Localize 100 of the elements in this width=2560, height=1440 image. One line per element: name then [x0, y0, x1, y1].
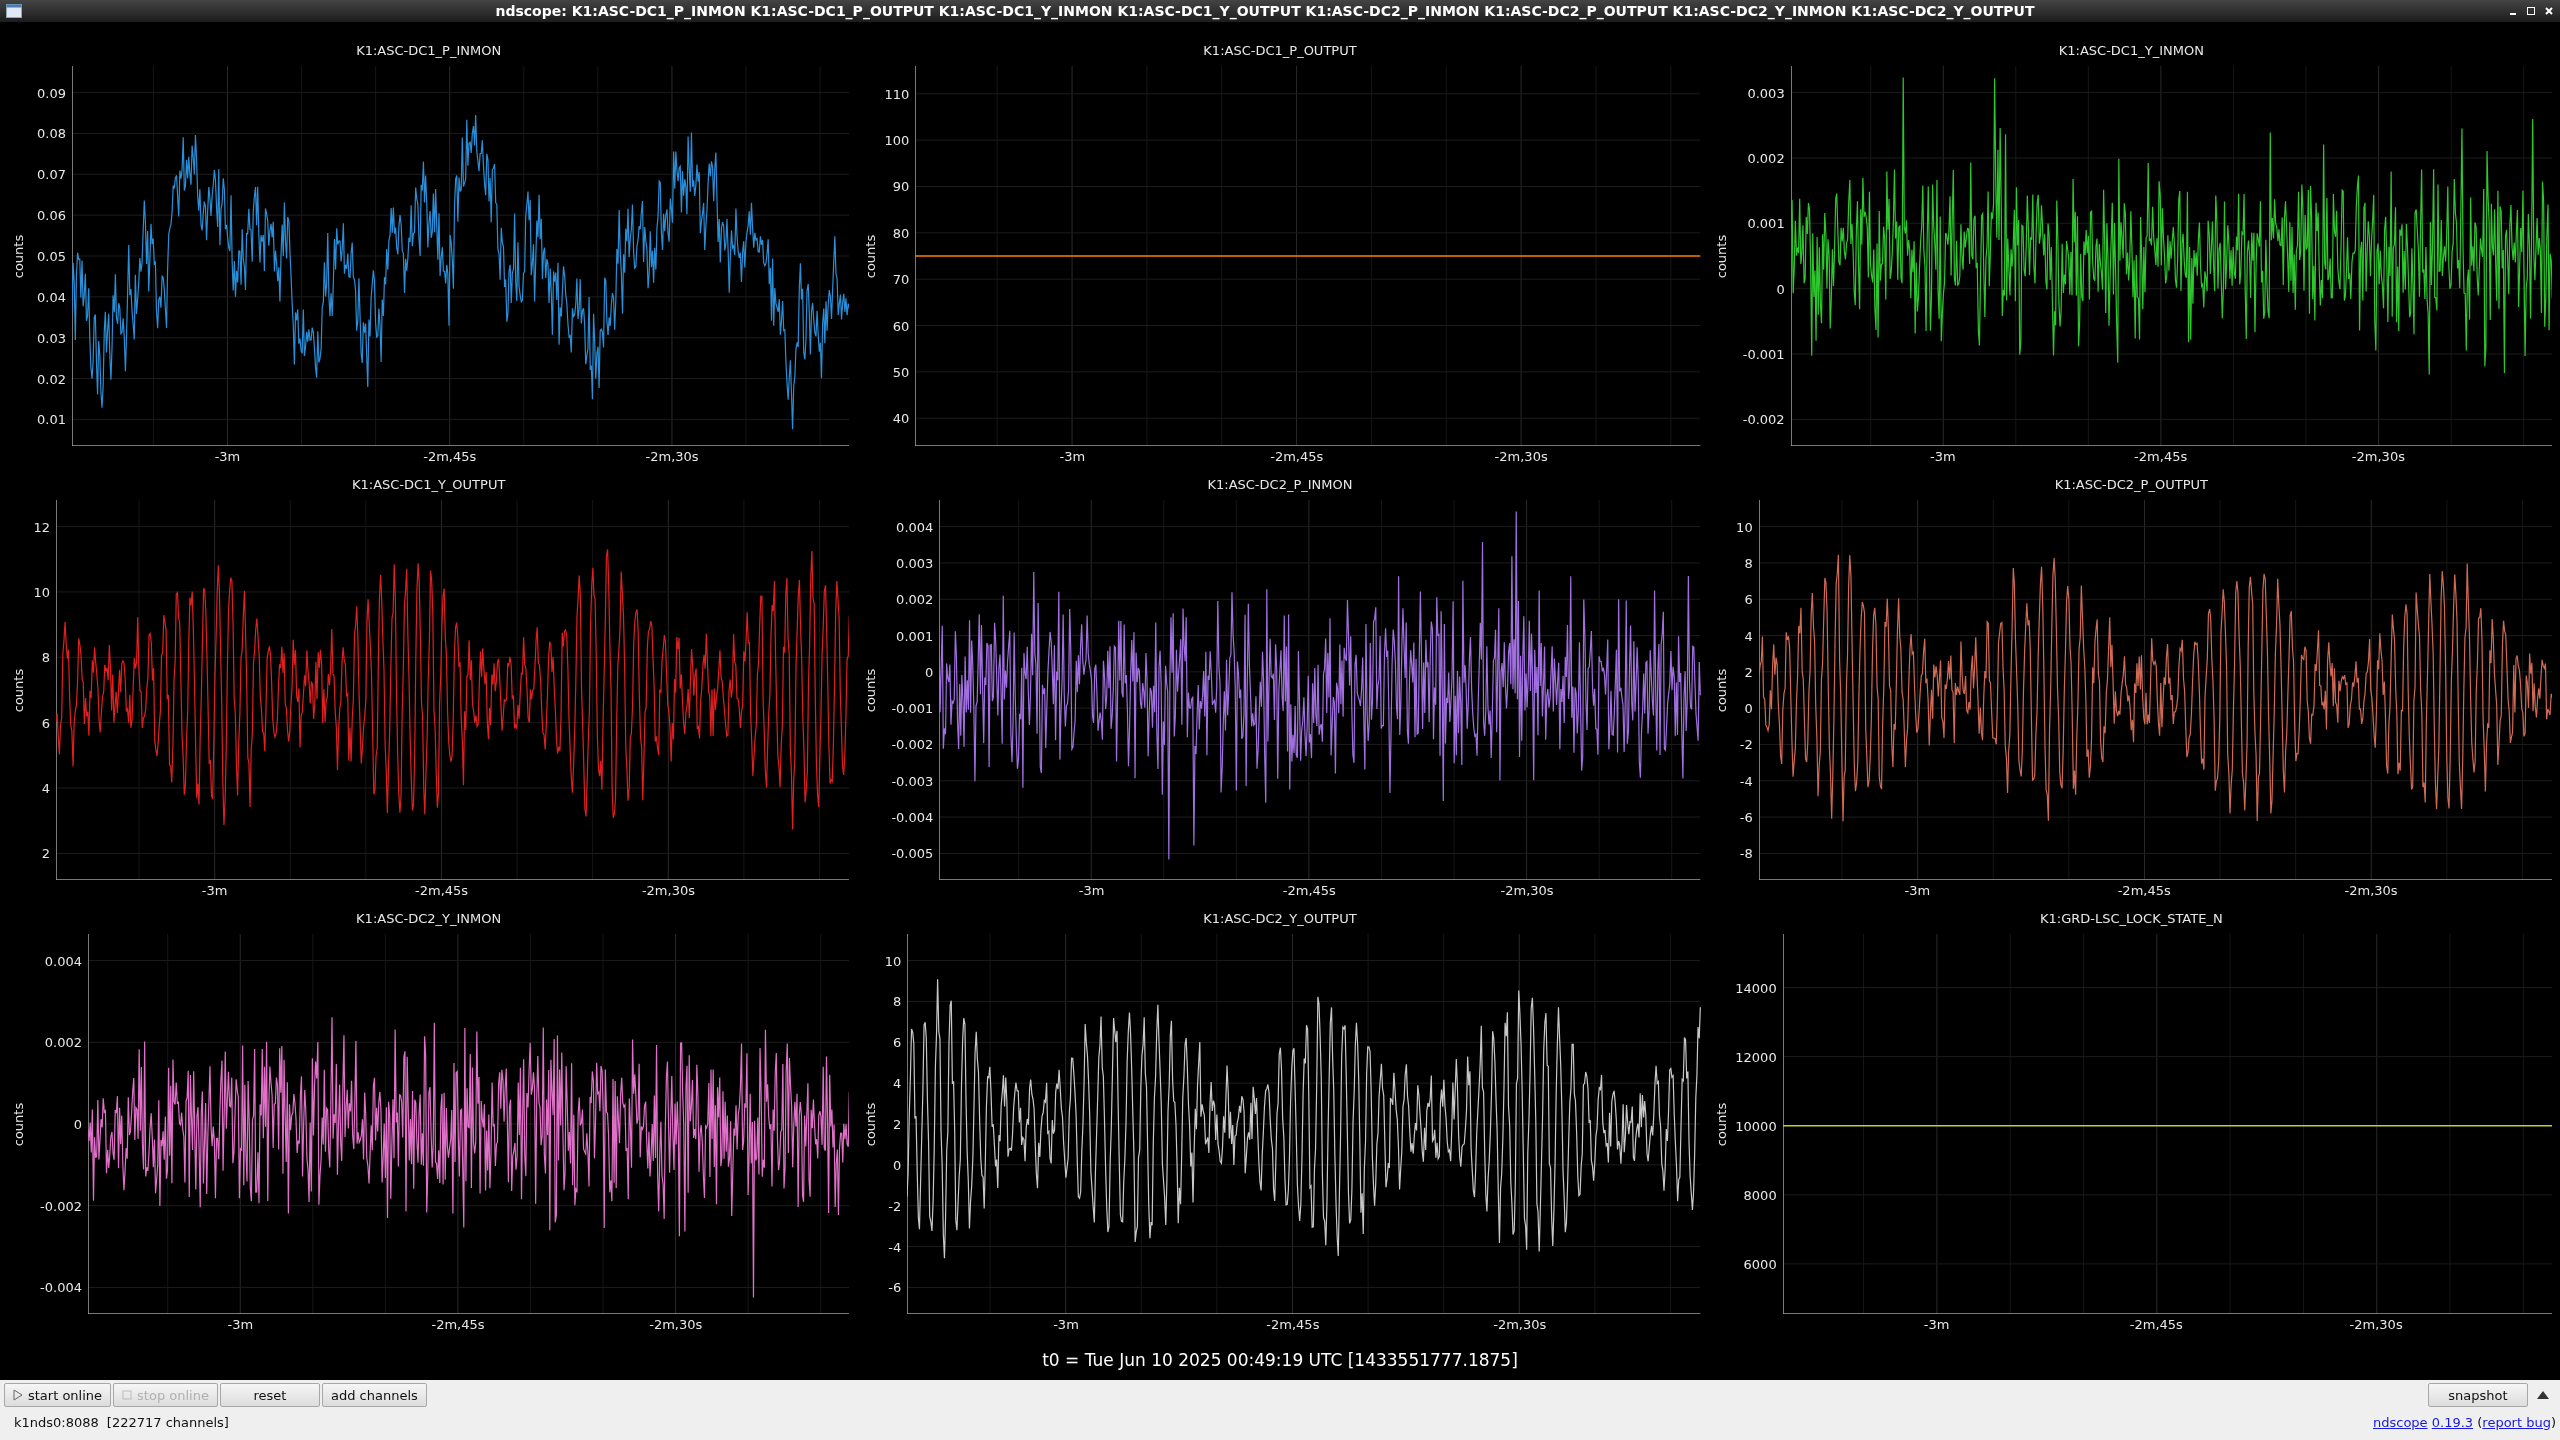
tick-label: -4	[888, 1239, 902, 1255]
tick-label: 0.003	[896, 555, 934, 571]
plot-title: K1:ASC-DC2_P_OUTPUT	[2053, 476, 2209, 494]
tick-label: 0	[893, 1157, 902, 1173]
stop-icon	[122, 1390, 133, 1400]
tick-label: -3m	[1904, 883, 1931, 898]
axis-label: counts	[1714, 668, 1730, 712]
plot-area[interactable]	[907, 934, 1701, 1314]
axis-label: counts	[11, 234, 27, 278]
tick-label: -2	[888, 1198, 902, 1214]
tick-label: -2m,45s	[2129, 1317, 2183, 1332]
tick-label: -0.004	[40, 1279, 82, 1295]
tick-label: -2m,30s	[1493, 1317, 1547, 1332]
tick-label: 12	[33, 519, 50, 535]
tick-label: -6	[1739, 809, 1753, 825]
plot-title: K1:ASC-DC2_Y_INMON	[355, 910, 503, 928]
tick-label: 10000	[1735, 1118, 1777, 1134]
maximize-icon[interactable]	[2526, 6, 2536, 16]
tick-label: 8	[1744, 555, 1753, 571]
tick-label: 2	[41, 845, 50, 861]
tick-label: 8000	[1743, 1187, 1777, 1203]
tick-label: 0.004	[896, 519, 934, 535]
tick-label: 8	[41, 649, 50, 665]
version-line: ndscope 0.19.3 (report bug)	[2373, 1414, 2556, 1430]
tick-label: -0.005	[891, 845, 934, 861]
server-address: k1nds0:8088	[14, 1414, 99, 1430]
channel-count: [222717 channels]	[106, 1414, 229, 1430]
tick-label: -2m,30s	[645, 449, 699, 464]
report-bug-link[interactable]: report bug	[2482, 1414, 2551, 1430]
tick-label: -2	[1739, 736, 1753, 752]
tick-label: -3m	[1053, 1317, 1079, 1332]
tick-label: 0.03	[37, 330, 66, 346]
tick-label: 6000	[1743, 1256, 1777, 1272]
tick-label: 4	[41, 780, 50, 796]
toolbar-button[interactable]: reset	[219, 1383, 320, 1407]
axis-label: counts	[11, 1102, 27, 1146]
tick-label: 100	[884, 132, 910, 148]
tick-label: -3m	[1078, 883, 1105, 898]
tick-label: 0.002	[896, 591, 934, 607]
plot-title: K1:ASC-DC1_P_INMON	[355, 42, 503, 60]
tick-label: -3m	[214, 449, 241, 464]
tick-label: -2m,45s	[1282, 883, 1336, 898]
plot-area[interactable]	[88, 934, 850, 1314]
tick-label: 0	[925, 664, 934, 680]
axis-label: counts	[1714, 234, 1730, 278]
tick-label: -2m,45s	[423, 449, 477, 464]
tick-label: 0.003	[1747, 85, 1785, 101]
toolbar-button[interactable]: add channels	[321, 1383, 427, 1407]
tick-label: 4	[893, 1075, 902, 1091]
toolbar-button[interactable]: start online	[4, 1383, 112, 1407]
snapshot-button[interactable]: snapshot	[2428, 1383, 2528, 1407]
tick-label: 4	[1744, 628, 1753, 644]
tick-label: -2m,45s	[431, 1317, 485, 1332]
axis-label: counts	[862, 1102, 878, 1146]
tick-label: -2m,30s	[1500, 883, 1554, 898]
tick-label: -0.002	[891, 736, 934, 752]
plot-title: K1:GRD-LSC_LOCK_STATE_N	[2039, 910, 2224, 928]
expand-icon[interactable]	[2536, 1389, 2550, 1401]
tick-label: 0.001	[896, 628, 934, 644]
tick-label: -0.001	[891, 700, 934, 716]
tick-label: -2m,30s	[2349, 1317, 2403, 1332]
window-title: ndscope: K1:ASC-DC1_P_INMON K1:ASC-DC1_P_OUTPUT K1:ASC-DC1_Y_INMON K1:ASC-DC1_Y_OUTPUT K1:ASC-DC2_P_INMON K1:ASC-DC2_P_OUTPUT K1:ASC-DC2_Y_INMON K1:ASC-DC2_Y_OUTPUT	[494, 3, 2036, 19]
tick-label: 0.08	[37, 125, 66, 141]
tick-label: -0.002	[1742, 411, 1785, 427]
tick-label: 0.01	[37, 411, 66, 427]
version-link[interactable]: 0.19.3	[2431, 1414, 2474, 1430]
tick-label: 0.004	[44, 953, 82, 969]
tick-label: 2	[1744, 664, 1753, 680]
axis-label: counts	[1714, 1102, 1730, 1146]
tick-label: 60	[892, 318, 910, 333]
tick-label: -0.004	[891, 809, 934, 825]
plot-area[interactable]	[72, 66, 850, 446]
tick-label: 6	[893, 1034, 902, 1050]
axis-label: counts	[11, 668, 27, 712]
tick-label: 40	[892, 410, 910, 426]
tick-label: 0	[1744, 700, 1753, 716]
tick-label: 0.002	[1747, 150, 1785, 166]
tick-label: -3m	[1930, 449, 1956, 464]
tick-label: 90	[892, 179, 910, 194]
tick-label: -0.001	[1742, 346, 1785, 362]
tick-label: 0	[73, 1116, 82, 1132]
tick-label: 8	[893, 993, 902, 1009]
tick-label: 14000	[1735, 980, 1777, 996]
tick-label: -2m,45s	[2134, 449, 2188, 464]
tick-label: 0.02	[37, 371, 66, 387]
tick-label: 0	[1776, 281, 1785, 297]
time-origin-label: t0 = Tue Jun 10 2025 00:49:19 UTC [1433551777.1875]	[1041, 1349, 1519, 1372]
tick-label: 0.04	[37, 289, 66, 305]
plot-area[interactable]	[1790, 66, 2552, 446]
axis-label: counts	[862, 668, 878, 712]
tick-label: -6	[888, 1279, 902, 1295]
plot-title: K1:ASC-DC1_Y_INMON	[2057, 42, 2205, 60]
tick-label: -3m	[1059, 449, 1086, 464]
tick-label: -8	[1739, 845, 1753, 861]
close-icon[interactable]	[2544, 6, 2554, 16]
plot-area[interactable]	[1758, 500, 2552, 880]
tick-label: 10	[1736, 519, 1753, 535]
app-link[interactable]: ndscope	[2373, 1414, 2428, 1430]
window-icon	[6, 4, 22, 18]
tick-label: 2	[893, 1116, 902, 1132]
